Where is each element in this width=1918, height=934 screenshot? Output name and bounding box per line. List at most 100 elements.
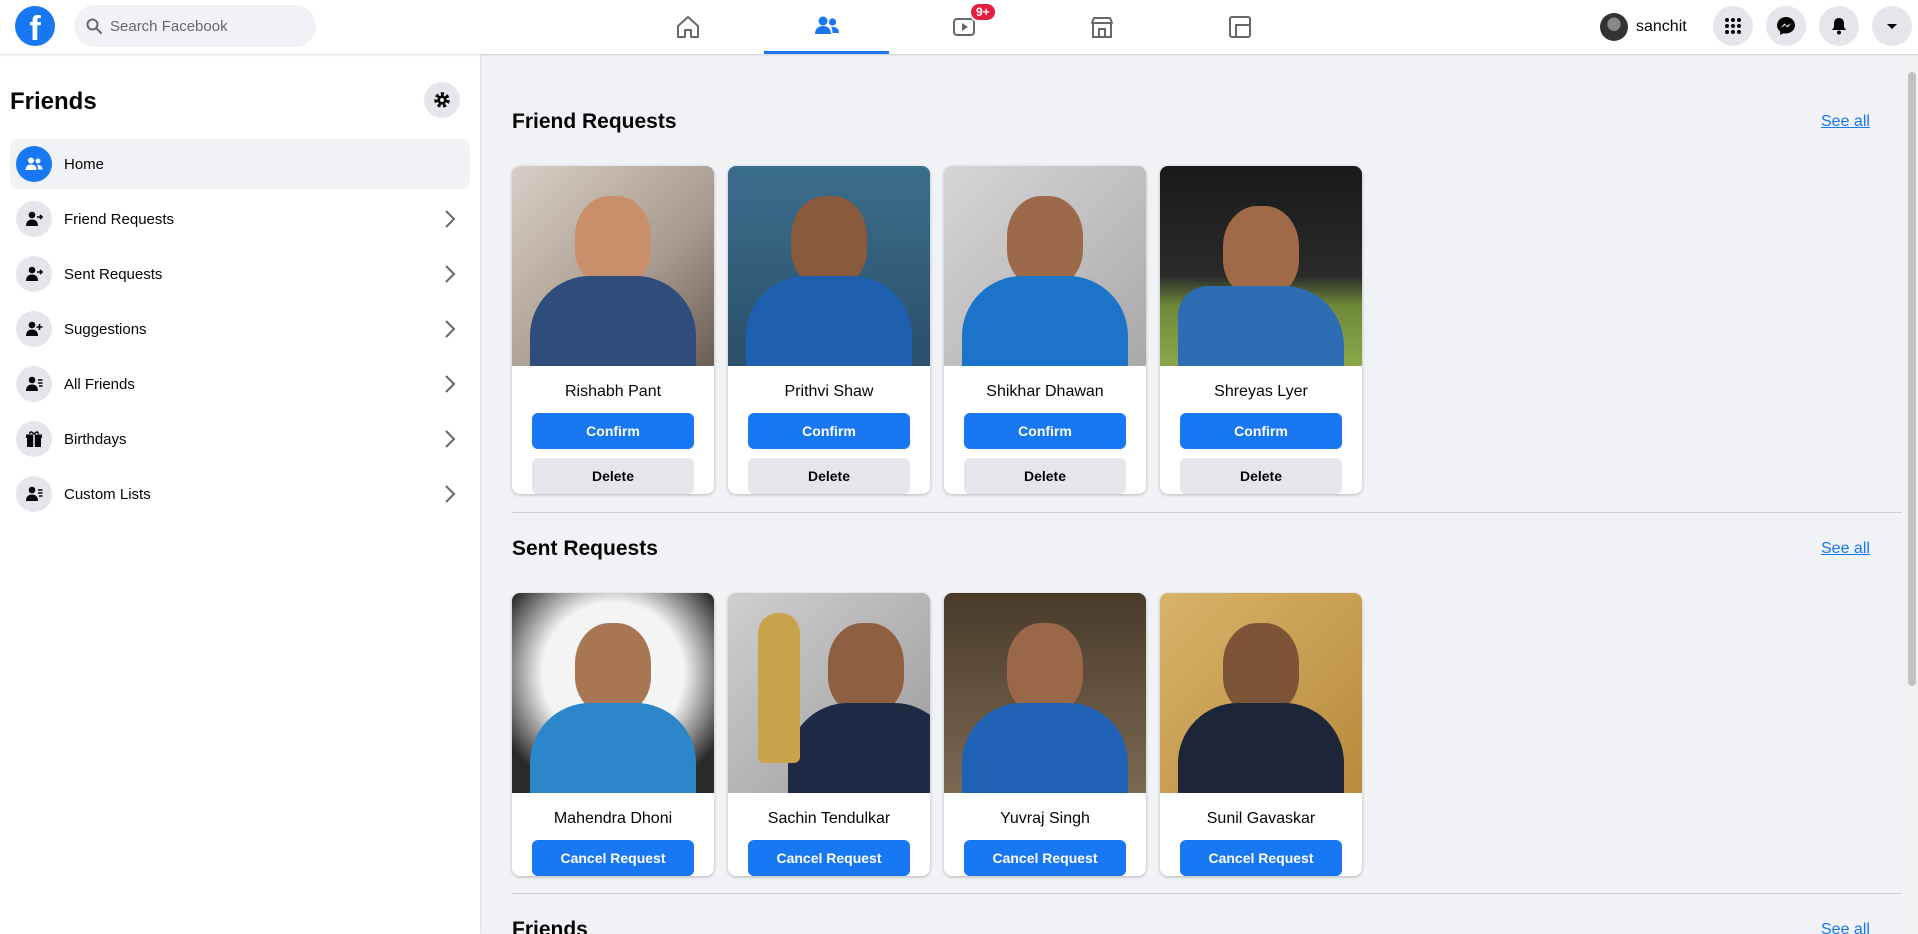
person-name[interactable]: Shreyas Lyer [1160,383,1362,403]
sent-requests-heading: Sent Requests [512,537,658,560]
sent-request-card[interactable]: Mahendra Dhoni Cancel Request [512,593,714,876]
account-button[interactable] [1872,6,1912,46]
search-input[interactable] [110,17,310,35]
nav-tab-friends[interactable] [764,0,889,54]
friend-request-card[interactable]: Rishabh Pant Confirm Delete [512,166,714,494]
profile-photo[interactable] [944,593,1146,793]
friends-sidebar: Friends Home Friend Requests Sent Reques… [0,54,480,934]
delete-button[interactable]: Delete [964,458,1126,494]
sidebar-item-label: Friend Requests [64,210,175,228]
profile-photo[interactable] [728,593,930,793]
sidebar-item-label: Suggestions [64,320,147,338]
confirm-button[interactable]: Confirm [1180,413,1342,449]
cancel-request-button[interactable]: Cancel Request [532,840,694,876]
person-name[interactable]: Shikhar Dhawan [944,383,1146,403]
caret-down-icon [1887,24,1897,29]
store-icon [1090,17,1113,38]
friends-heading: Friends [512,918,588,934]
search-box[interactable] [74,5,316,47]
person-name[interactable]: Sunil Gavaskar [1160,810,1362,830]
friend-requests-see-all-link[interactable]: See all [1821,113,1870,131]
notifications-button[interactable] [1819,6,1859,46]
nav-tab-groups[interactable] [1177,0,1302,54]
sidebar-item-label: Custom Lists [64,485,151,503]
section-divider [512,893,1902,894]
sidebar-icon [16,476,52,512]
user-list-icon [26,486,43,501]
sidebar-item-label: Birthdays [64,430,127,448]
confirm-button[interactable]: Confirm [532,413,694,449]
sent-request-card[interactable]: Sachin Tendulkar Cancel Request [728,593,930,876]
messenger-button[interactable] [1766,6,1806,46]
cancel-request-button[interactable]: Cancel Request [1180,840,1342,876]
nav-tab-watch[interactable]: 9+ [901,0,1026,54]
profile-photo[interactable] [944,166,1146,366]
friend-request-card[interactable]: Shreyas Lyer Confirm Delete [1160,166,1362,494]
sidebar-item-label: All Friends [64,375,135,393]
sidebar-item-birthdays[interactable]: Birthdays [10,414,470,464]
sidebar-item-custom-lists[interactable]: Custom Lists [10,469,470,519]
person-name[interactable]: Sachin Tendulkar [728,810,930,830]
nav-tab-home[interactable] [625,0,750,54]
gear-icon [434,92,450,108]
sidebar-icon [16,256,52,292]
sidebar-item-sent-requests[interactable]: Sent Requests [10,249,470,299]
profile-shortcut[interactable]: sanchit [1600,10,1687,44]
sidebar-icon [16,421,52,457]
sidebar-icon [16,146,52,182]
friends-see-all-link[interactable]: See all [1821,921,1870,934]
sidebar-item-friend-requests[interactable]: Friend Requests [10,194,470,244]
chevron-right-icon [445,210,456,228]
sent-request-card[interactable]: Sunil Gavaskar Cancel Request [1160,593,1362,876]
bell-icon [1832,18,1846,35]
user-list-icon [26,376,43,391]
person-name[interactable]: Mahendra Dhoni [512,810,714,830]
friends-icon [25,157,43,170]
delete-button[interactable]: Delete [1180,458,1342,494]
menu-grid-icon [1725,18,1741,34]
friend-request-card[interactable]: Shikhar Dhawan Confirm Delete [944,166,1146,494]
sidebar-icon [16,366,52,402]
sidebar-item-label: Sent Requests [64,265,163,283]
profile-photo[interactable] [512,166,714,366]
section-divider [512,512,1902,513]
profile-photo[interactable] [1160,166,1362,366]
chevron-right-icon [445,265,456,283]
delete-button[interactable]: Delete [748,458,910,494]
user-arrow-icon [26,266,44,281]
profile-name: sanchit [1636,18,1687,35]
person-name[interactable]: Yuvraj Singh [944,810,1146,830]
sent-request-card[interactable]: Yuvraj Singh Cancel Request [944,593,1146,876]
sidebar-item-suggestions[interactable]: Suggestions [10,304,470,354]
nav-tab-marketplace[interactable] [1039,0,1164,54]
profile-photo[interactable] [728,166,930,366]
facebook-logo-icon[interactable]: f [15,6,55,46]
settings-button[interactable] [424,82,460,118]
confirm-button[interactable]: Confirm [748,413,910,449]
cancel-request-button[interactable]: Cancel Request [748,840,910,876]
friends-icon [814,16,839,34]
confirm-button[interactable]: Confirm [964,413,1126,449]
chevron-right-icon [445,375,456,393]
user-plus-icon [26,321,43,336]
delete-button[interactable]: Delete [532,458,694,494]
sidebar-item-all-friends[interactable]: All Friends [10,359,470,409]
messenger-icon [1777,17,1795,35]
menu-button[interactable] [1713,6,1753,46]
groups-icon [1228,16,1251,38]
user-arrow-icon [26,211,44,226]
chevron-right-icon [445,320,456,338]
sent-requests-see-all-link[interactable]: See all [1821,540,1870,558]
sidebar-icon [16,201,52,237]
friend-request-card[interactable]: Prithvi Shaw Confirm Delete [728,166,930,494]
profile-photo[interactable] [1160,593,1362,793]
cancel-request-button[interactable]: Cancel Request [964,840,1126,876]
notification-badge: 9+ [969,2,997,22]
sidebar-item-home[interactable]: Home [10,139,470,189]
profile-photo[interactable] [512,593,714,793]
scrollbar-thumb[interactable] [1908,72,1916,686]
person-name[interactable]: Prithvi Shaw [728,383,930,403]
chevron-right-icon [445,485,456,503]
search-icon [86,18,102,34]
person-name[interactable]: Rishabh Pant [512,383,714,403]
